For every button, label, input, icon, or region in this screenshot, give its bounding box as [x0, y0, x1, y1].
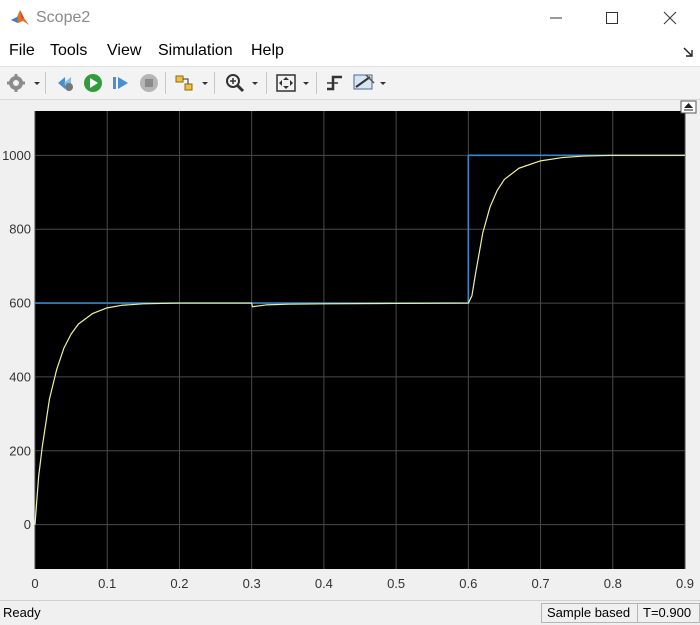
undock-plot-button[interactable]: [680, 100, 697, 114]
close-icon: [663, 11, 677, 25]
settings-dropdown-icon[interactable]: [32, 71, 42, 95]
measurements-ruler-icon[interactable]: [352, 71, 376, 95]
toolbar-separator: [45, 72, 46, 94]
plot-background[interactable]: [35, 111, 685, 569]
y-tick-label: 1000: [2, 148, 31, 163]
status-ready-text: Ready: [3, 605, 41, 620]
highlight-dropdown-icon[interactable]: [200, 71, 210, 95]
settings-gear-icon[interactable]: [6, 71, 28, 95]
scope-display: 0 0.1 0.2 0.3 0.4 0.5 0.6 0.7 0.8 0.9 0 200 400 600 80…: [0, 100, 700, 600]
run-icon[interactable]: [82, 71, 104, 95]
menu-simulation[interactable]: Simulation: [158, 42, 233, 60]
minimize-icon: [550, 17, 562, 19]
x-tick-label: 0.5: [387, 576, 405, 591]
maximize-button[interactable]: [584, 0, 640, 36]
highlight-block-icon[interactable]: [173, 71, 197, 95]
y-tick-label: 600: [9, 296, 31, 311]
stop-icon[interactable]: [138, 71, 160, 95]
measurements-dropdown-icon[interactable]: [378, 71, 388, 95]
zoom-in-icon[interactable]: [224, 71, 246, 95]
menu-file[interactable]: File: [9, 42, 35, 60]
title-bar: Scope2: [0, 0, 700, 36]
x-tick-label: 0.3: [243, 576, 261, 591]
close-button[interactable]: [642, 0, 698, 36]
maximize-icon: [606, 12, 618, 24]
y-tick-label: 400: [9, 369, 31, 384]
toolbar: [0, 67, 700, 100]
matlab-logo-icon: [10, 8, 30, 28]
menu-help[interactable]: Help: [251, 42, 284, 60]
menu-view[interactable]: View: [107, 42, 141, 60]
toolbar-separator: [316, 72, 317, 94]
x-tick-label: 0.2: [170, 576, 188, 591]
menu-bar: File Tools View Simulation Help: [0, 36, 700, 67]
scope-chart: 0 0.1 0.2 0.3 0.4 0.5 0.6 0.7 0.8 0.9 0 200 400 600 80…: [2, 100, 697, 591]
y-tick-label: 0: [24, 517, 31, 532]
y-tick-label: 800: [9, 222, 31, 237]
step-back-icon[interactable]: [54, 71, 76, 95]
x-tick-label: 0.1: [98, 576, 116, 591]
menu-tools[interactable]: Tools: [50, 42, 87, 60]
x-tick-label: 0.9: [676, 576, 694, 591]
toolbar-separator: [214, 72, 215, 94]
step-forward-icon[interactable]: [110, 71, 132, 95]
fit-dropdown-icon[interactable]: [301, 71, 311, 95]
x-tick-label: 0.7: [532, 576, 550, 591]
window-title: Scope2: [36, 9, 91, 26]
x-tick-label: 0: [31, 576, 38, 591]
sample-mode-indicator: Sample based: [541, 603, 639, 623]
triggers-icon[interactable]: [324, 71, 346, 95]
zoom-dropdown-icon[interactable]: [250, 71, 260, 95]
x-tick-label: 0.4: [315, 576, 333, 591]
x-tick-label: 0.8: [604, 576, 622, 591]
toolbar-separator: [165, 72, 166, 94]
fit-to-view-icon[interactable]: [274, 71, 298, 95]
toolbar-separator: [266, 72, 267, 94]
x-tick-label: 0.6: [459, 576, 477, 591]
simulation-time-indicator: T=0.900: [637, 603, 700, 623]
y-tick-label: 200: [9, 443, 31, 458]
dock-arrow-icon[interactable]: [682, 45, 694, 63]
status-bar: Ready Sample based T=0.900: [0, 600, 700, 625]
minimize-button[interactable]: [528, 0, 584, 36]
